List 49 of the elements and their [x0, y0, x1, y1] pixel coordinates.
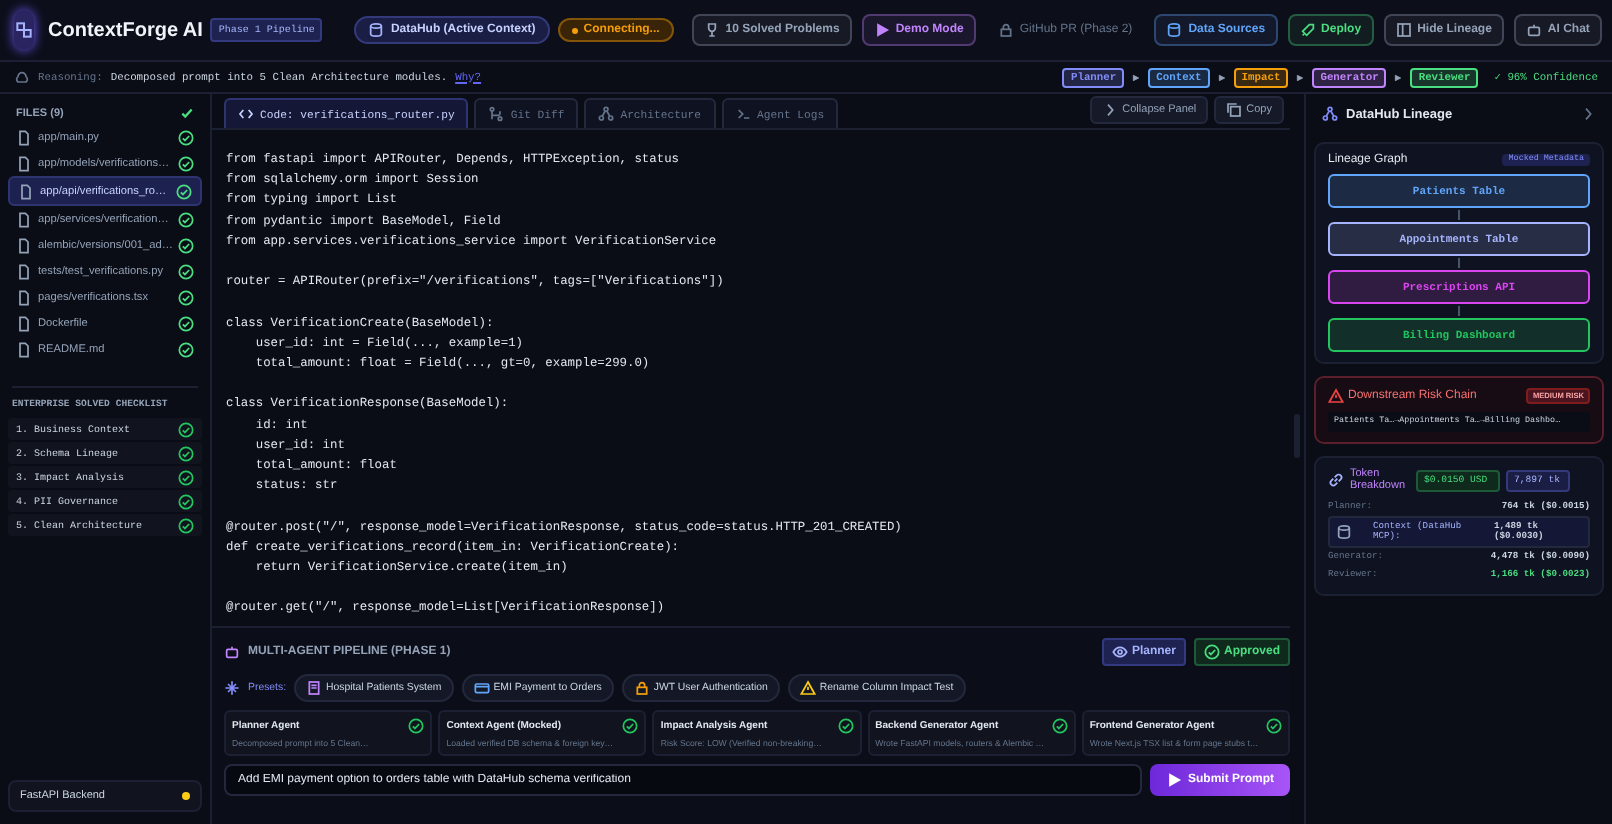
check-circle-icon: [178, 341, 194, 357]
code-icon: [238, 106, 254, 122]
chevron-icon: [1580, 106, 1596, 122]
step-arrow-icon: [1394, 73, 1403, 81]
play-icon: [1166, 772, 1182, 788]
step-arrow-icon: [1132, 73, 1141, 81]
check-circle-icon: [408, 718, 425, 734]
play-icon: [873, 22, 890, 38]
check-circle-icon: [178, 263, 194, 279]
logo-icon: [14, 10, 34, 50]
terminal-icon: [735, 106, 752, 122]
check-circle-icon: [178, 155, 194, 171]
step-arrow-icon: [1296, 73, 1305, 81]
check-circle-icon: [178, 445, 194, 461]
warning-icon: [1328, 388, 1344, 404]
check-circle-icon: [178, 493, 194, 509]
branch-icon: [488, 106, 505, 122]
card-icon: [473, 680, 490, 696]
hierarchy-icon: [1322, 106, 1338, 122]
lock-icon: [633, 680, 650, 696]
warning-icon: [799, 680, 816, 696]
check-circle-icon: [837, 718, 854, 734]
share-icon: [598, 106, 615, 122]
check-circle-icon: [178, 129, 194, 145]
chevron-icon: [1102, 102, 1119, 118]
check-circle-icon: [178, 289, 194, 305]
check-circle-icon: [178, 469, 194, 485]
check-circle-icon: [176, 183, 192, 199]
document-icon: [306, 680, 323, 696]
check-circle-icon: [622, 718, 639, 734]
check-circle-icon: [1203, 644, 1220, 660]
step-arrow-icon: [1217, 73, 1226, 81]
check-circle-icon: [1051, 718, 1068, 734]
database-icon: [368, 22, 385, 38]
check-circle-icon: [1266, 718, 1283, 734]
db-icon: [1166, 22, 1183, 38]
database-icon: [1336, 524, 1352, 540]
sparkle-icon: [224, 680, 240, 696]
check-circle-icon: [178, 517, 194, 533]
panel-icon: [1395, 22, 1412, 38]
lock-icon: [997, 22, 1014, 38]
eye-icon: [1111, 644, 1128, 660]
app-title: ContextForge AI: [48, 19, 203, 41]
check-circle-icon: [178, 421, 194, 437]
link-icon: [1328, 472, 1344, 488]
copy-icon: [1226, 102, 1243, 118]
check-circle-icon: [178, 237, 195, 253]
check-circle-icon: [178, 315, 194, 331]
check-circle-icon: [178, 211, 194, 227]
